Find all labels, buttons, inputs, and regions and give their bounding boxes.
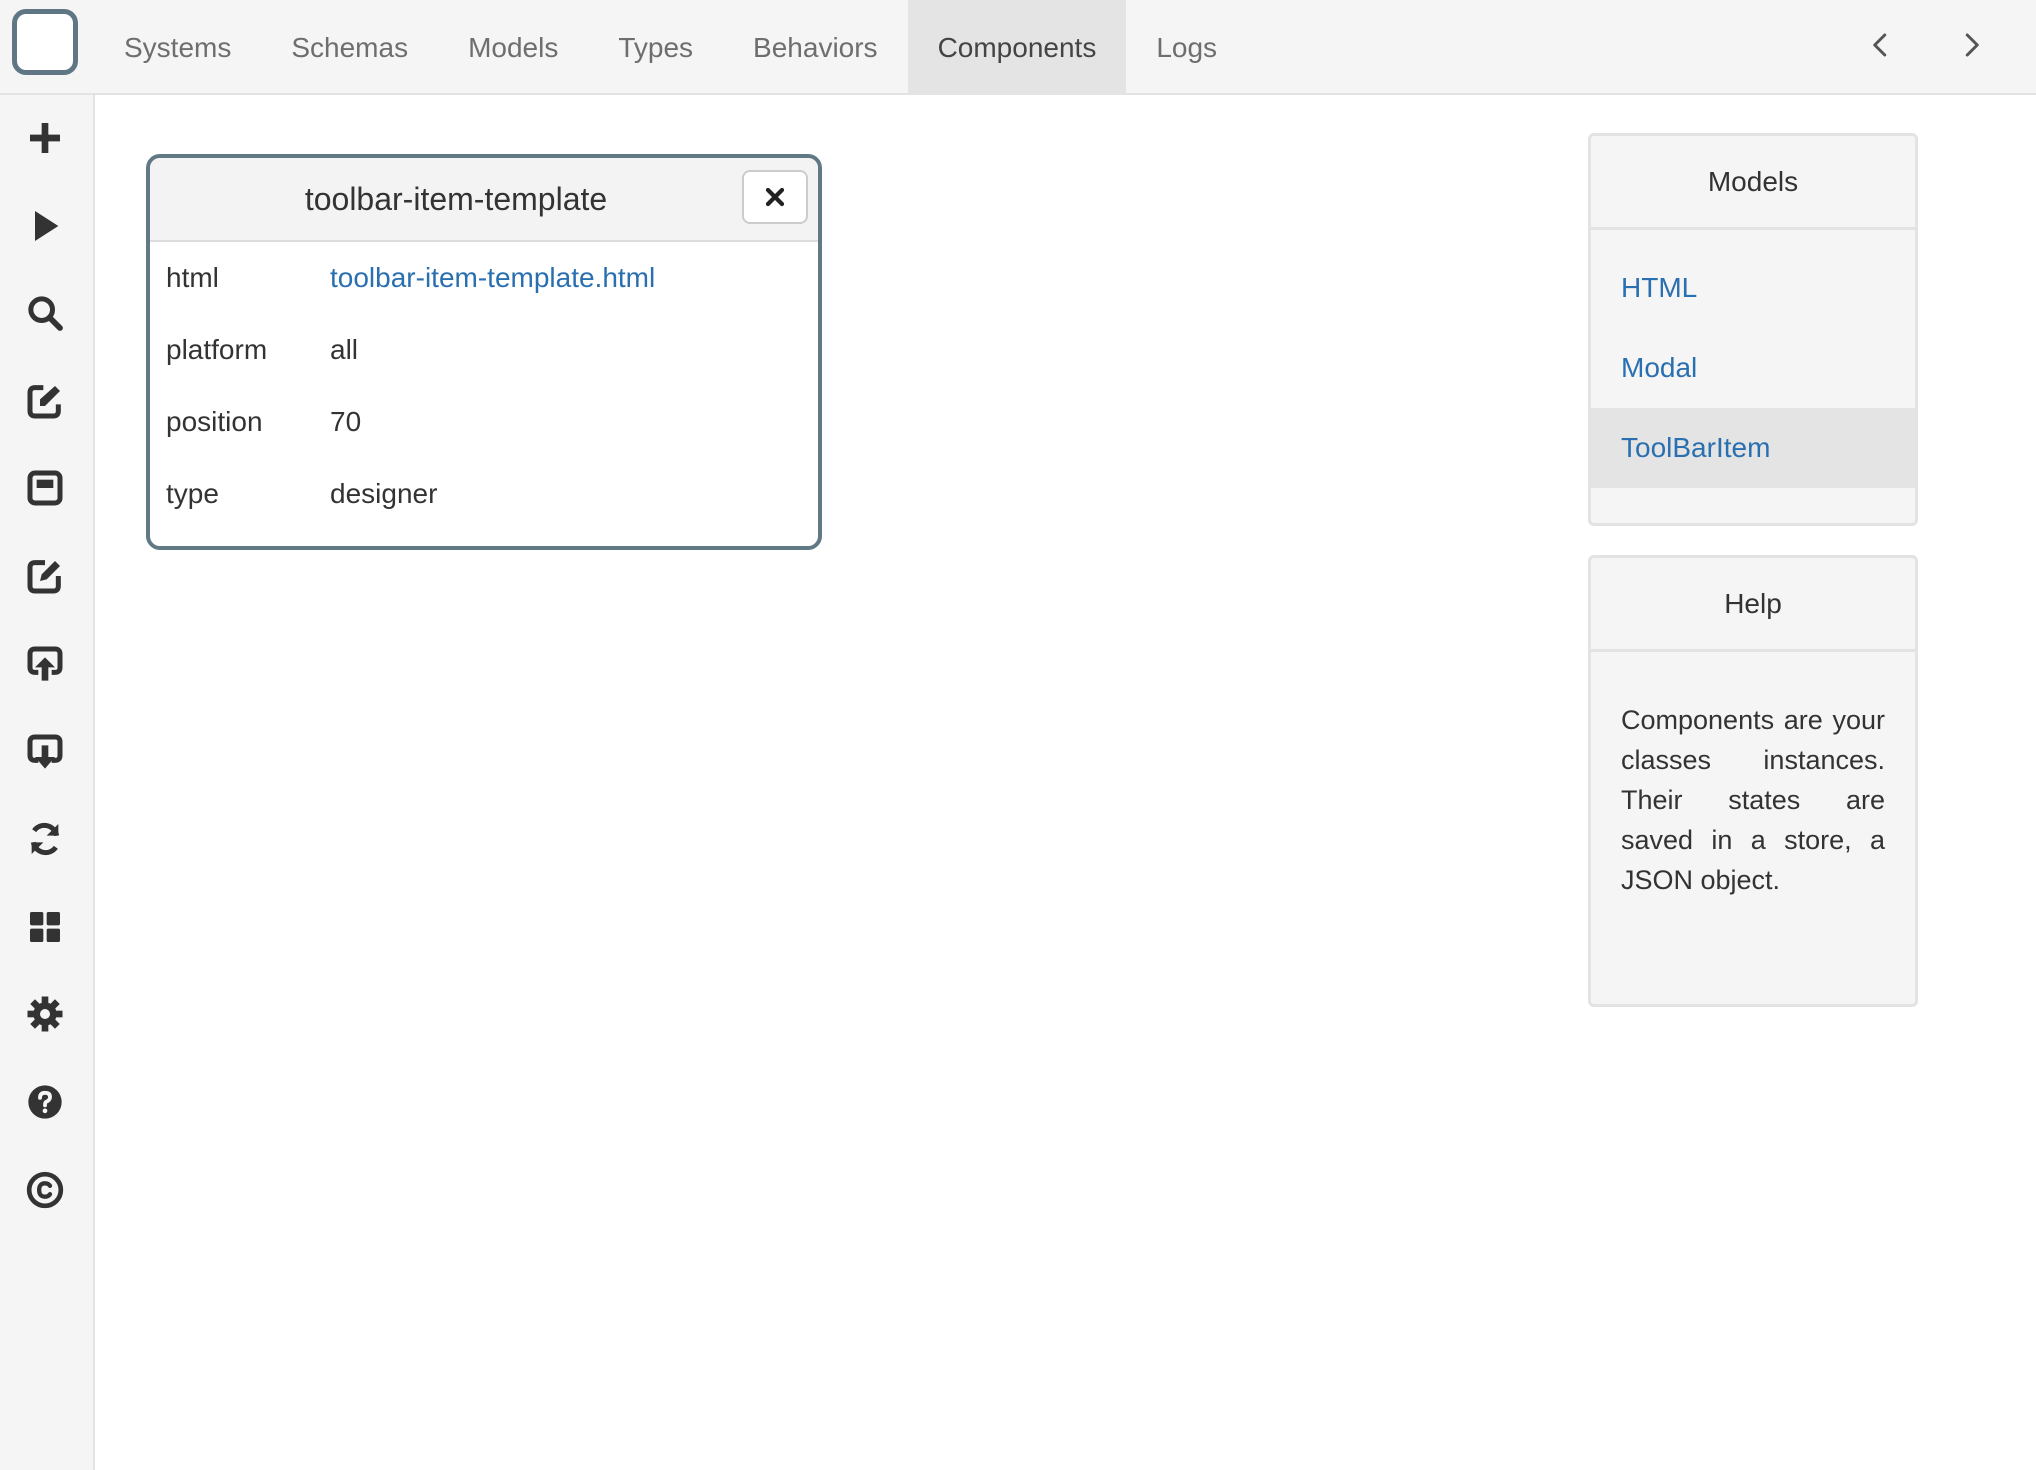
- field-row-position: position 70: [150, 386, 818, 458]
- field-value: all: [330, 334, 359, 365]
- tab-types[interactable]: Types: [588, 0, 723, 95]
- chevron-left-icon[interactable]: [1856, 20, 1906, 70]
- html-link[interactable]: toolbar-item-template.html: [330, 262, 655, 294]
- card-body: html toolbar-item-template.html platform…: [150, 242, 818, 530]
- top-navbar: Systems Schemas Models Types Behaviors C…: [0, 0, 2036, 95]
- tab-systems[interactable]: Systems: [94, 0, 261, 95]
- external-edit-icon[interactable]: [20, 376, 70, 426]
- field-key: position: [166, 406, 263, 437]
- play-icon[interactable]: [20, 201, 70, 251]
- edit-icon[interactable]: [20, 551, 70, 601]
- sidebar: [0, 95, 95, 1470]
- card-header: toolbar-item-template: [150, 158, 818, 242]
- refresh-icon[interactable]: [20, 814, 70, 864]
- chevron-right-icon[interactable]: [1946, 20, 1996, 70]
- upload-icon[interactable]: [20, 639, 70, 689]
- help-icon[interactable]: [20, 1077, 70, 1127]
- tab-components[interactable]: Components: [907, 0, 1127, 95]
- nav-tabs: Systems Schemas Models Types Behaviors C…: [94, 0, 1247, 95]
- field-row-type: type designer: [150, 458, 818, 530]
- model-item-modal[interactable]: Modal: [1591, 328, 1915, 408]
- close-button[interactable]: [742, 170, 808, 224]
- models-panel: Models HTML Modal ToolBarItem: [1588, 133, 1918, 526]
- plus-icon[interactable]: [20, 113, 70, 163]
- close-icon: [765, 187, 785, 207]
- field-key: platform: [166, 334, 268, 365]
- tab-behaviors[interactable]: Behaviors: [723, 0, 908, 95]
- field-value: 70: [330, 406, 362, 437]
- component-title: toolbar-item-template: [304, 180, 608, 217]
- tab-schemas[interactable]: Schemas: [261, 0, 438, 95]
- field-row-platform: platform all: [150, 314, 818, 386]
- field-value: designer: [330, 478, 438, 509]
- dashboard-icon[interactable]: [20, 902, 70, 952]
- help-panel: Help Components are your classes instanc…: [1588, 555, 1918, 1007]
- search-icon[interactable]: [20, 288, 70, 338]
- tab-logs[interactable]: Logs: [1126, 0, 1247, 95]
- field-key: type: [166, 478, 219, 509]
- download-icon[interactable]: [20, 727, 70, 777]
- field-row-html: html toolbar-item-template.html: [150, 242, 818, 314]
- copyright-icon[interactable]: [20, 1165, 70, 1215]
- help-panel-title: Help: [1591, 558, 1915, 652]
- gear-icon[interactable]: [20, 989, 70, 1039]
- help-text: Components are your classes instances. T…: [1621, 705, 1885, 895]
- model-item-toolbaritem[interactable]: ToolBarItem: [1591, 408, 1915, 488]
- field-key: html: [166, 262, 219, 293]
- models-list: HTML Modal ToolBarItem: [1591, 230, 1915, 488]
- tab-models[interactable]: Models: [438, 0, 588, 95]
- app-logo[interactable]: [12, 9, 78, 75]
- model-item-html[interactable]: HTML: [1591, 248, 1915, 328]
- window-icon[interactable]: [20, 463, 70, 513]
- models-panel-title: Models: [1591, 136, 1915, 230]
- component-card: toolbar-item-template html toolbar-item-…: [146, 154, 822, 550]
